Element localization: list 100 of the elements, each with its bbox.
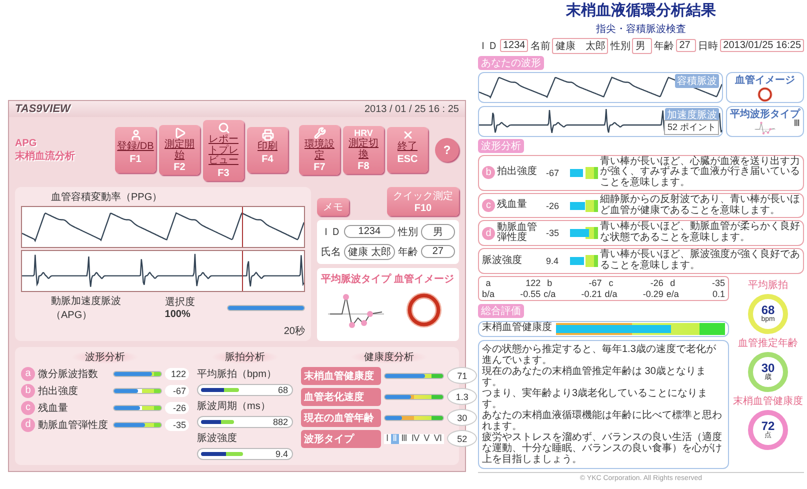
metric-label: 末梢血管健康度: [482, 323, 552, 334]
comment-text: つまり、実年齢より3歳老化していることになります。: [482, 388, 709, 410]
panel-title: 動脈加速度脈波（APG）: [50, 294, 122, 322]
field-label: 年齢: [398, 246, 418, 258]
score-value: 72: [761, 420, 775, 432]
field-value: 27: [676, 39, 696, 52]
score-value: 68: [761, 304, 775, 316]
quick-measure-button[interactable]: クイック測定 F10: [387, 186, 459, 216]
section-tag: 波形分析: [478, 138, 524, 152]
description-text: 青い棒が長いほど、脈波強度が強く良好であることを意味します。: [600, 250, 800, 272]
field-label: 名前: [530, 40, 550, 52]
table-cell-text: -35: [710, 278, 725, 288]
duration-text: 20秒: [284, 324, 305, 338]
field-label: 年齢: [654, 40, 674, 52]
metric-value: -35: [546, 228, 560, 238]
type-option[interactable]: Ⅲ: [399, 434, 410, 444]
type-number: Ⅲ: [794, 118, 800, 128]
person-icon: [130, 129, 142, 142]
table-cell: c/a: [544, 288, 556, 299]
section-tag: 総合評価: [478, 304, 524, 318]
metric-label: 脈波強度: [482, 256, 522, 266]
wrench-icon: [314, 127, 326, 140]
datetime-text: 2013 / 01 / 25 16 : 25: [364, 104, 459, 114]
section-tag: あなたの波形: [478, 56, 544, 70]
table-cell: e/a: [666, 288, 679, 299]
points-value: 52 ポイント: [664, 120, 719, 134]
field-value: 1234: [344, 225, 395, 238]
card-title: 平均波形タイプ: [730, 107, 800, 120]
help-button[interactable]: ?: [435, 138, 459, 162]
toolbar-button[interactable]: 測定開始 F2: [159, 125, 200, 176]
metric-label: 残血量: [497, 200, 527, 211]
comment-text: 疲労やストレスを溜めず、バランスの良い生活（適度な運動、十分な睡眠、バランスの良い食事）を心がけ上を目指しましょう。: [482, 432, 723, 465]
table-cell-text: -0.55: [519, 288, 541, 299]
metric-value: 68: [278, 384, 288, 394]
chart-label: 容積脈波: [675, 74, 719, 88]
metric-label: 脈波強度: [197, 432, 238, 444]
type-option[interactable]: Ⅵ: [432, 434, 444, 444]
toolbar-button[interactable]: 環境設定 F7: [299, 125, 340, 176]
comment-text: あなたの末梢血液循環機能は年齢に比べて標準と思われます。: [482, 410, 723, 432]
field-label: 氏名: [321, 246, 341, 258]
metric-value: 1.3: [447, 388, 478, 405]
field-value: 男: [632, 38, 652, 54]
panel-title: 血管イメージ: [394, 272, 454, 286]
letter-badge: b: [482, 166, 495, 180]
metric-value: 71: [447, 367, 478, 384]
description-text: 青い棒が長いほど、心臓が血液を送り出す力が強く、すみずみまで血液が行き届いていることを意味します。: [600, 156, 800, 189]
field-label: ＩＤ: [478, 40, 498, 52]
app-title: TAS9VIEW: [15, 103, 70, 115]
toolbar-button[interactable]: 登録/DB F1: [115, 127, 156, 174]
metric-value: 9.4: [546, 256, 560, 266]
panel-title: 血管容積変動率（PPG）: [50, 190, 164, 204]
metric-value: -35: [165, 418, 189, 430]
table-cell-text: 0.1: [711, 288, 725, 299]
logo-text: 末梢血流分析: [15, 149, 76, 163]
letter-badge: d: [482, 226, 495, 240]
card-title: 血管イメージ: [735, 74, 795, 86]
table-cell: d/a: [604, 288, 618, 299]
play-icon: [174, 127, 186, 140]
badge-title: 平均脈拍: [748, 278, 788, 292]
table-cell-text: -0.21: [580, 288, 602, 299]
metric-value: -26: [165, 402, 189, 414]
toolbar-button[interactable]: 印刷 F4: [247, 127, 288, 174]
chart-label: 加速度脈波: [665, 108, 719, 122]
metric-value: 9.4: [275, 448, 288, 458]
table-cell-text: -26: [649, 278, 664, 288]
report-title: 末梢血液循環分析結果: [566, 3, 716, 20]
type-option[interactable]: Ⅰ: [384, 434, 391, 444]
type-option[interactable]: Ⅴ: [422, 434, 432, 444]
toolbar-button[interactable]: 終了 ESC: [387, 127, 428, 174]
field-label: 性別: [610, 40, 630, 52]
metric-label: 波形タイプ: [301, 430, 381, 448]
comment-text: 現在のあなたの末梢血管推定年齢は 30歳となります。: [482, 366, 707, 388]
vessel-ring-drawing: [756, 86, 774, 102]
table-cell-text: c: [608, 278, 614, 288]
close-icon: [402, 129, 414, 142]
table-cell-text: b: [546, 278, 554, 288]
description-text: 青い棒が長いほど、動脈血管が柔らかく良好な状態であることを意味します。: [600, 222, 800, 244]
badge-title: 末梢血管健康度: [733, 394, 803, 408]
letter-badge: b: [21, 384, 35, 398]
metric-label: 動脈血管弾性度: [497, 222, 538, 244]
metric-value: 882: [272, 416, 288, 426]
toolbar-button[interactable]: レポートプレビュー F3: [203, 120, 244, 180]
letter-badge: d: [21, 418, 35, 432]
letter-badge: c: [482, 199, 495, 212]
table-cell: b/a: [482, 288, 495, 299]
table-cell-text: d: [669, 278, 676, 288]
metric-value: 122: [165, 368, 189, 380]
toolbar-button[interactable]: HRV 測定切換 F8: [343, 126, 384, 174]
type-option[interactable]: Ⅳ: [409, 434, 422, 444]
metric-label: 末梢血管健康度: [301, 366, 381, 384]
metric-label: 現在の血管年齢: [301, 408, 381, 426]
metric-label: 脈波周期（ms）: [197, 400, 272, 412]
field-label: 日時: [698, 40, 718, 52]
table-cell-text: a: [484, 278, 492, 288]
field-label: 性別: [398, 226, 418, 238]
description-text: 細静脈からの反射波であり、青い棒が長いほど血管が健康であることを意味します。: [600, 194, 800, 216]
hrv-icon: HRV: [354, 128, 373, 138]
field-value: 健康 太郎: [552, 38, 608, 54]
badge-title: 血管推定年齢: [738, 336, 798, 350]
metric-value: -67: [546, 168, 560, 178]
